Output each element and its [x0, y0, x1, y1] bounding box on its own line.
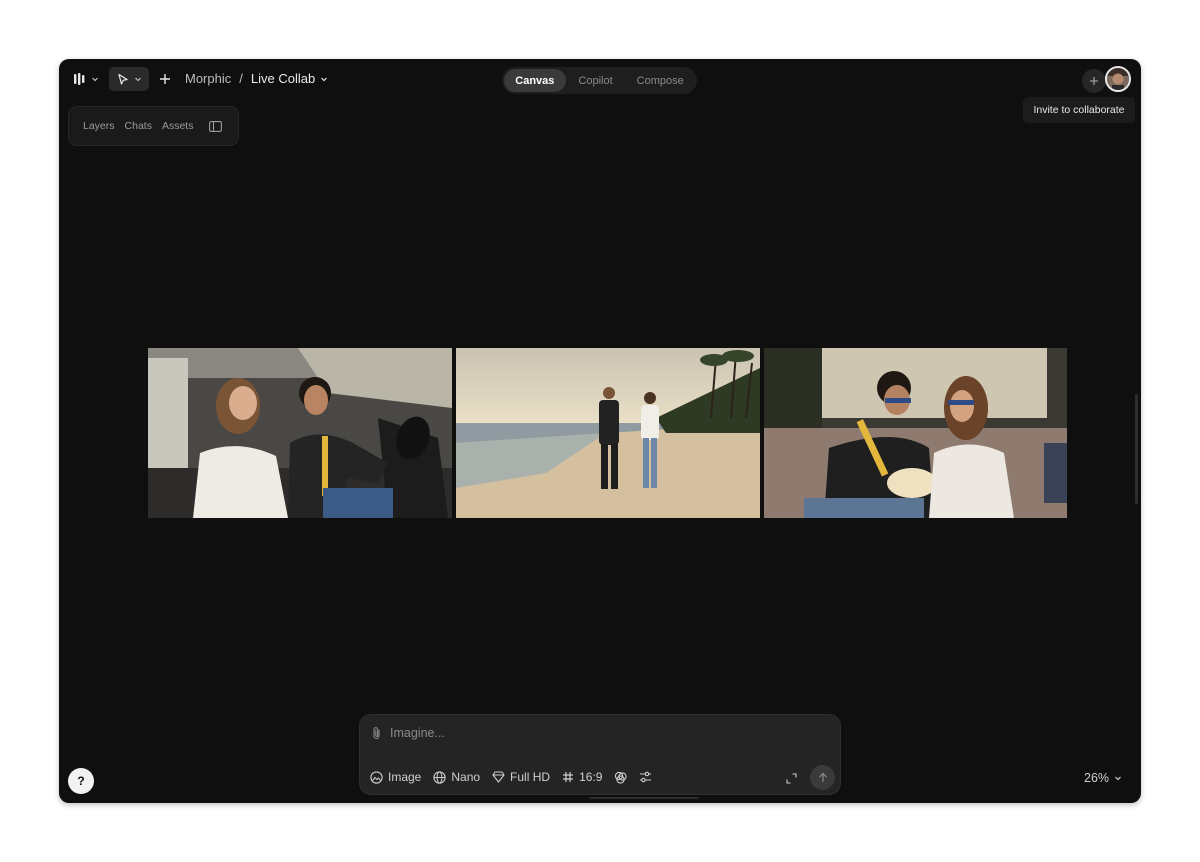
- tab-layers[interactable]: Layers: [83, 120, 115, 132]
- globe-icon: [433, 770, 447, 784]
- couple-watching-movie-image: [764, 348, 1067, 518]
- prompt-input-row: Imagine...: [371, 724, 445, 742]
- blend-icon: [615, 771, 628, 784]
- breadcrumb-separator: /: [239, 71, 243, 86]
- chevron-down-icon: [321, 77, 328, 81]
- side-panel-tabs: Layers Chats Assets: [68, 106, 239, 146]
- model-selector[interactable]: Nano: [433, 770, 480, 784]
- sidebar-toggle-button[interactable]: [209, 120, 223, 132]
- tab-compose[interactable]: Compose: [625, 69, 695, 92]
- tab-canvas[interactable]: Canvas: [504, 69, 566, 92]
- type-label: Image: [388, 770, 422, 784]
- user-avatar-image: [1107, 68, 1129, 90]
- cursor-icon: [117, 73, 128, 85]
- chevron-down-icon: [92, 77, 98, 82]
- prompt-input[interactable]: Imagine...: [390, 726, 445, 740]
- plus-icon: [160, 74, 170, 84]
- style-button[interactable]: [614, 771, 628, 784]
- canvas-image-car[interactable]: [148, 348, 452, 518]
- tab-assets[interactable]: Assets: [162, 120, 194, 132]
- resolution-label: Full HD: [510, 770, 551, 784]
- invite-tooltip: Invite to collaborate: [1023, 97, 1135, 123]
- help-button[interactable]: ?: [68, 768, 94, 794]
- couple-walking-beach-image: [456, 348, 760, 518]
- sliders-icon: [640, 771, 652, 783]
- plus-icon: [1090, 77, 1098, 85]
- breadcrumb-current-label: Live Collab: [250, 71, 316, 86]
- couple-in-car-image: [148, 348, 452, 518]
- breadcrumb-current[interactable]: Live Collab: [251, 71, 328, 86]
- aspect-ratio-label: 16:9: [579, 770, 603, 784]
- avatar[interactable]: [1105, 66, 1131, 92]
- image-icon: [370, 770, 383, 784]
- prompt-toolbar: Image Nano Full HD 16:9: [370, 768, 652, 786]
- add-button[interactable]: [155, 69, 175, 89]
- app-window: Morphic / Live Collab Canvas Copilot Com…: [59, 59, 1141, 803]
- diamond-icon: [492, 771, 505, 783]
- chevron-down-icon: [134, 77, 141, 82]
- settings-button[interactable]: [639, 771, 652, 783]
- prompt-box: Imagine... Image Nano Full HD 16:9: [359, 714, 841, 795]
- sidebar-icon: [209, 120, 223, 132]
- breadcrumb-root[interactable]: Morphic: [185, 71, 231, 86]
- hash-icon: [563, 772, 574, 782]
- invite-button[interactable]: [1082, 69, 1106, 93]
- type-selector[interactable]: Image: [370, 770, 421, 784]
- paperclip-icon[interactable]: [371, 726, 382, 740]
- canvas-image-movie[interactable]: [764, 348, 1067, 518]
- aspect-ratio-selector[interactable]: 16:9: [562, 770, 602, 784]
- canvas-image-beach[interactable]: [456, 348, 760, 518]
- app-logo-menu[interactable]: [73, 69, 99, 89]
- mode-switcher: Canvas Copilot Compose: [502, 67, 697, 94]
- send-button[interactable]: [810, 765, 835, 790]
- logo-icon: [74, 73, 85, 85]
- expand-button[interactable]: [786, 771, 797, 789]
- breadcrumb: Morphic / Live Collab: [185, 71, 328, 86]
- zoom-control[interactable]: 26%: [1084, 771, 1122, 785]
- vertical-scrollbar[interactable]: [1135, 394, 1138, 504]
- expand-icon: [786, 773, 797, 784]
- model-label: Nano: [451, 770, 481, 784]
- tab-chats[interactable]: Chats: [125, 120, 152, 132]
- horizontal-scrollbar[interactable]: [589, 797, 699, 799]
- chevron-down-icon: [1115, 776, 1121, 781]
- select-tool-button[interactable]: [109, 67, 149, 91]
- zoom-level: 26%: [1084, 771, 1110, 785]
- arrow-up-icon: [818, 772, 827, 782]
- tab-copilot[interactable]: Copilot: [566, 69, 626, 92]
- resolution-selector[interactable]: Full HD: [492, 770, 550, 784]
